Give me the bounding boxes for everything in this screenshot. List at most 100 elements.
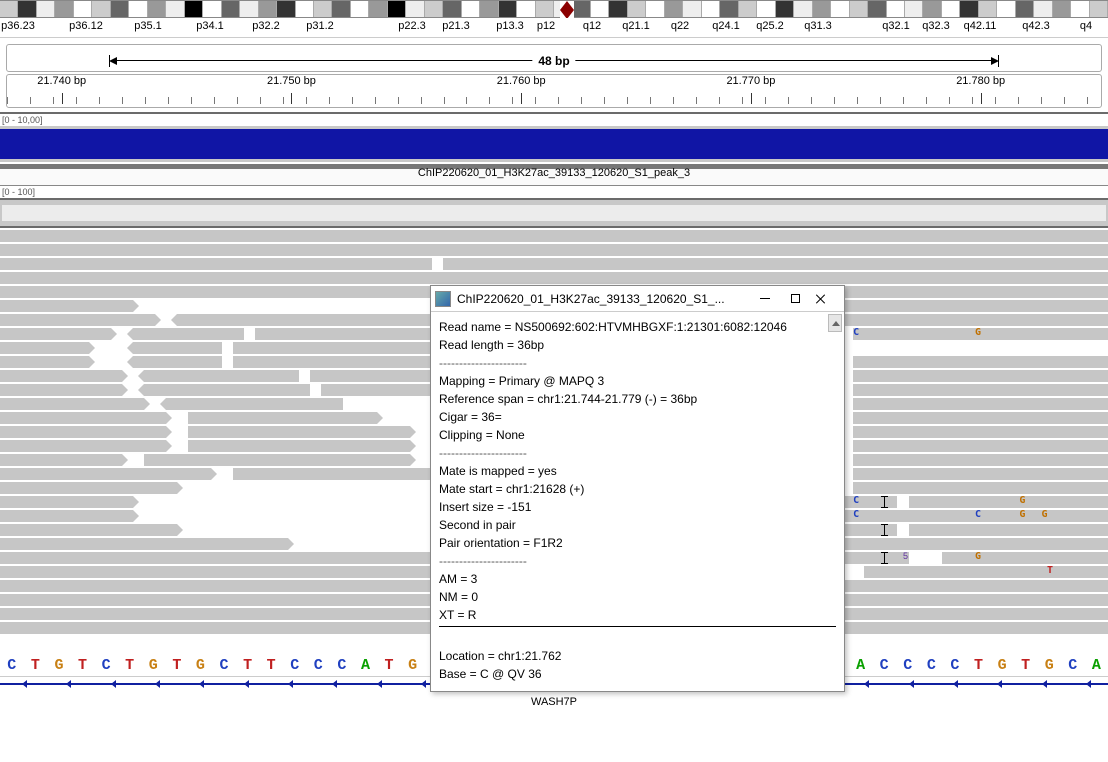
ideogram-band [517,1,535,17]
popup-body[interactable]: Read name = NS500692:602:HTVMHBGXF:1:213… [431,312,844,691]
aligned-read[interactable] [0,230,1108,242]
chromosome-ideogram[interactable] [0,0,1108,18]
aligned-read[interactable] [233,342,432,354]
mismatch-base: C [853,495,859,506]
aligned-read[interactable] [144,454,410,466]
aligned-read[interactable] [0,440,166,452]
detail-line [439,629,836,647]
aligned-read[interactable] [188,426,410,438]
aligned-read[interactable] [0,454,122,466]
aligned-read[interactable] [853,412,1108,424]
aligned-read[interactable] [144,370,299,382]
aligned-read[interactable] [133,342,222,354]
aligned-read[interactable] [177,314,432,326]
aligned-read[interactable] [0,272,1108,284]
aligned-read[interactable] [0,328,111,340]
detail-line: ---------------------- [439,354,836,372]
aligned-read[interactable] [233,356,432,368]
aligned-read[interactable] [188,440,410,452]
visible-range-bar[interactable]: 48 bp [6,44,1102,72]
gene-strand-arrow-icon [953,680,958,688]
ideogram-band [702,1,720,17]
aligned-read[interactable] [842,552,908,564]
ruler-major-tick [981,93,982,104]
reference-base: A [849,656,873,676]
aligned-read[interactable] [842,524,897,536]
aligned-read[interactable] [842,538,1108,550]
aligned-read[interactable] [942,552,1108,564]
range-right-bound [998,55,999,67]
ruler-minor-tick [306,97,307,104]
ideogram-band [794,1,812,17]
ruler-minor-tick [696,97,697,104]
aligned-read[interactable] [853,454,1108,466]
aligned-read[interactable] [144,384,310,396]
aligned-read[interactable] [0,412,166,424]
aligned-read[interactable] [909,524,1108,536]
reference-base: C [283,656,307,676]
aligned-read[interactable] [0,538,288,550]
close-button[interactable] [810,289,840,309]
aligned-read[interactable] [0,426,166,438]
minimize-button[interactable] [750,289,780,309]
aligned-read[interactable] [233,468,432,480]
aligned-read[interactable] [0,468,211,480]
aligned-read[interactable] [0,398,144,410]
aligned-read[interactable] [0,482,177,494]
band-label: q21.1 [622,20,650,32]
aligned-read[interactable] [853,468,1108,480]
gene-strand-arrow-icon [66,680,71,688]
aligned-read[interactable] [0,258,432,270]
aligned-read[interactable] [166,398,343,410]
ruler-major-tick [291,93,292,104]
aligned-read[interactable] [0,552,432,564]
aligned-read[interactable] [0,356,89,368]
reference-base: T [165,656,189,676]
aligned-read[interactable] [909,496,1108,508]
gene-strand-arrow-icon [997,680,1002,688]
aligned-read[interactable] [188,412,376,424]
alignment-coverage-header[interactable] [0,198,1108,228]
read-detail-popup[interactable]: ChIP220620_01_H3K27ac_39133_120620_S1_..… [430,285,845,692]
aligned-read[interactable] [0,342,89,354]
aligned-read[interactable] [255,328,432,340]
aligned-read[interactable] [0,524,177,536]
ruler-minor-tick [260,97,261,104]
coverage-track[interactable] [0,126,1108,162]
aligned-read[interactable] [0,510,133,522]
reference-base: C [896,656,920,676]
detail-line: Mate start = chr1:21628 (+) [439,480,836,498]
ideogram-band [148,1,166,17]
aligned-read[interactable] [310,370,432,382]
aligned-read[interactable] [0,244,1108,256]
reference-base: T [24,656,48,676]
aligned-read[interactable] [0,314,155,326]
aligned-read[interactable] [0,566,432,578]
aligned-read[interactable] [853,482,1108,494]
gene-strand-arrow-icon [1042,680,1047,688]
maximize-button[interactable] [780,289,810,309]
aligned-read[interactable] [0,370,122,382]
aligned-read[interactable] [0,384,122,396]
aligned-read[interactable] [133,328,244,340]
aligned-read[interactable] [853,356,1108,368]
aligned-read[interactable] [0,496,133,508]
position-ruler[interactable]: 21.740 bp21.750 bp21.760 bp21.770 bp21.7… [6,74,1102,108]
aligned-read[interactable] [133,356,222,368]
aligned-read[interactable] [0,300,133,312]
aligned-read[interactable] [842,496,897,508]
aligned-read[interactable] [443,258,1108,270]
band-label: q42.11 [964,20,997,32]
aligned-read[interactable] [864,566,1108,578]
aligned-read[interactable] [853,426,1108,438]
feature-annotation-row[interactable]: ChIP220620_01_H3K27ac_39133_120620_S1_pe… [0,164,1108,186]
aligned-read[interactable] [321,384,432,396]
popup-titlebar[interactable]: ChIP220620_01_H3K27ac_39133_120620_S1_..… [431,286,844,312]
scroll-up-button[interactable] [828,314,842,332]
ruler-minor-tick [1041,97,1042,104]
reference-base: C [1061,656,1085,676]
aligned-read[interactable] [853,398,1108,410]
aligned-read[interactable] [853,384,1108,396]
aligned-read[interactable] [853,370,1108,382]
aligned-read[interactable] [853,440,1108,452]
